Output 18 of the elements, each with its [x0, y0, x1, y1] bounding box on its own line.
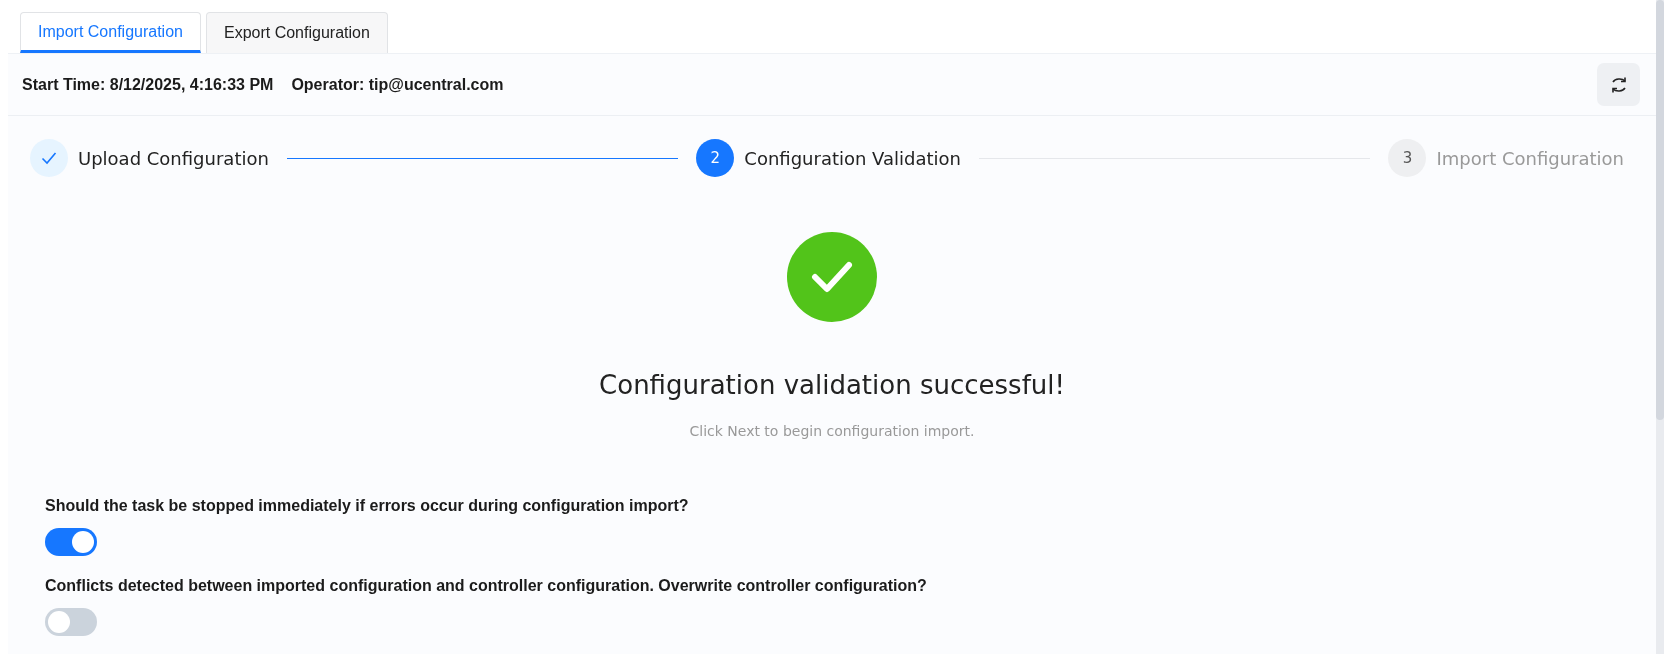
- check-icon: [41, 151, 57, 165]
- result-title: Configuration validation successful!: [599, 369, 1065, 402]
- step-label: Import Configuration: [1436, 146, 1624, 171]
- tab[interactable]: Import Configuration: [20, 12, 201, 53]
- operator-text: Operator: tip@ucentral.com: [291, 74, 504, 95]
- tab[interactable]: Export Configuration: [205, 12, 388, 53]
- start-time-text: Start Time: 8/12/2025, 4:16:33 PM: [22, 74, 274, 95]
- scrollbar[interactable]: [1656, 0, 1664, 654]
- refresh-button[interactable]: [1597, 63, 1640, 106]
- step-indicator: 2: [696, 139, 735, 177]
- result-subtitle: Click Next to begin configuration import.: [689, 422, 975, 441]
- question-label: Should the task be stopped immediately if errors occur during configuration import?: [45, 496, 690, 516]
- step-label: Configuration Validation: [744, 146, 961, 171]
- toggle-switch[interactable]: [45, 528, 97, 556]
- step-indicator: 3: [1388, 139, 1427, 177]
- step-label: Upload Configuration: [78, 146, 269, 171]
- question-label: Conflicts detected between imported configuration and controller configuration. Overwrite controller configuration?: [45, 576, 928, 596]
- toggle-switch[interactable]: [45, 608, 97, 636]
